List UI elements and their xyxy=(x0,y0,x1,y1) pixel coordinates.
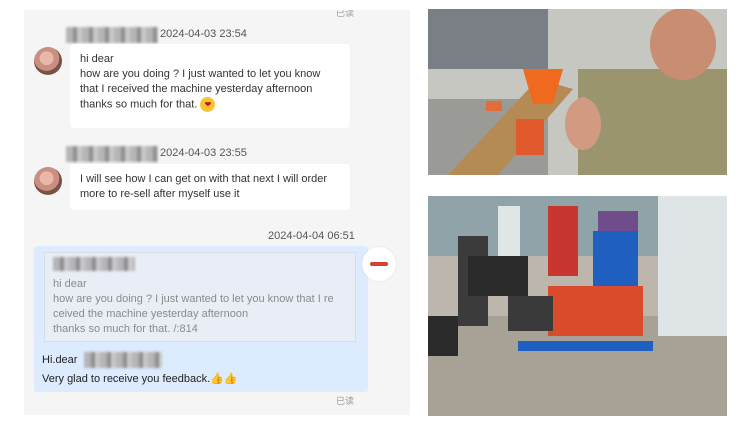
quoted-sender-redacted xyxy=(53,257,135,271)
kiss-emoji-icon: ❤ xyxy=(200,97,216,112)
chat-panel: 已读 2024-04-03 23:54 hi dear how are you … xyxy=(24,10,410,415)
message-line: I will see how I can get on with that ne… xyxy=(80,173,328,185)
reply-body-text: Very glad to receive you feedback. xyxy=(42,373,211,385)
reply-greeting: Hi.dear xyxy=(42,354,78,366)
customer-photo-workshop xyxy=(428,196,727,416)
customer-photo-selfie xyxy=(428,9,727,175)
message-line: that I received the machine yesterday af… xyxy=(80,83,313,95)
contact-name-redacted xyxy=(66,27,158,43)
message-line: how are you doing ? I just wanted to let… xyxy=(80,68,321,80)
brand-logo-icon xyxy=(370,262,388,266)
quote-line: thanks so much for that. /:814 xyxy=(53,323,198,335)
message-timestamp: 2024-04-03 23:54 xyxy=(160,28,247,40)
quote-line: ceived the machine yesterday afternoon xyxy=(53,308,249,320)
incoming-message-bubble[interactable]: I will see how I can get on with that ne… xyxy=(70,164,350,210)
quote-line: hi dear xyxy=(53,278,87,290)
message-timestamp: 2024-04-03 23:55 xyxy=(160,147,247,159)
recipient-name-redacted xyxy=(84,352,162,368)
contact-name-redacted xyxy=(66,146,158,162)
message-line: more to re-sell after myself use it xyxy=(80,188,240,200)
reply-body: Very glad to receive you feedback.👍👍 xyxy=(42,372,238,385)
message-line: hi dear xyxy=(80,53,114,65)
quote-line: how are you doing ? I just wanted to let… xyxy=(53,293,334,305)
thumbs-up-icon: 👍👍 xyxy=(210,373,238,385)
contact-avatar[interactable] xyxy=(34,47,62,75)
quoted-message[interactable]: hi dear how are you doing ? I just wante… xyxy=(44,252,356,342)
read-status-top: 已读 xyxy=(336,10,355,18)
contact-avatar[interactable] xyxy=(34,167,62,195)
read-status-bottom: 已读 xyxy=(336,396,355,406)
reply-timestamp: 2024-04-04 06:51 xyxy=(268,230,355,242)
incoming-message-bubble[interactable]: hi dear how are you doing ? I just wante… xyxy=(70,44,350,128)
outgoing-message-bubble[interactable]: hi dear how are you doing ? I just wante… xyxy=(34,246,368,392)
message-line: thanks so much for that. xyxy=(80,98,198,111)
sender-avatar[interactable] xyxy=(362,247,396,281)
